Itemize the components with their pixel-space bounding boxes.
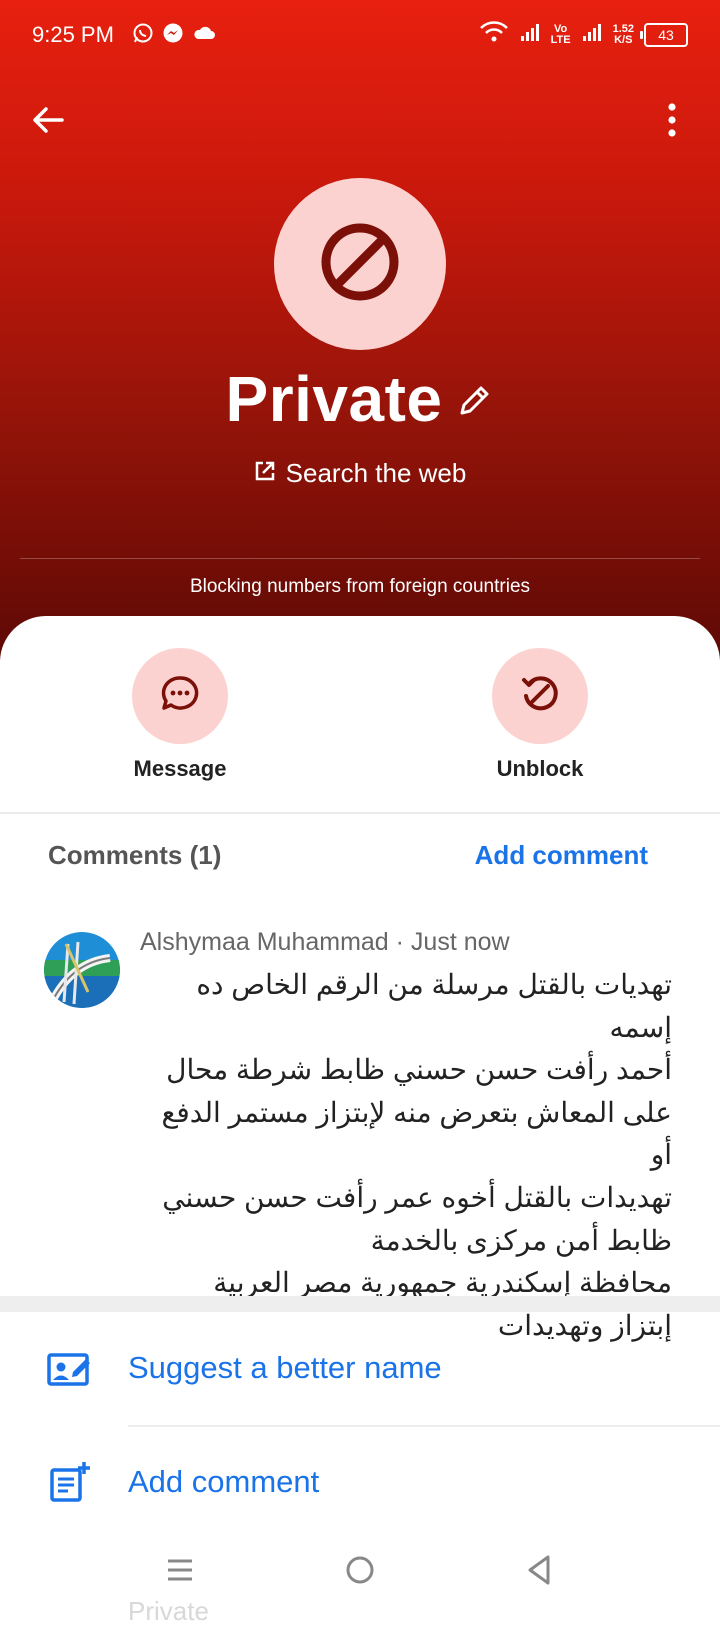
network-speed: 1.52 K/S [612,22,634,46]
messenger-icon [162,22,184,49]
section-gap [0,1296,720,1312]
signal-icon-2 [581,21,603,48]
wifi-icon [479,20,509,49]
header-divider [20,558,700,559]
battery-indicator: 43 [640,22,688,47]
comments-heading: Comments (1) [48,840,222,870]
add-comment-link[interactable]: Add comment [475,840,648,871]
add-comment-row[interactable]: Add comment [0,1432,720,1532]
suggest-name-row[interactable]: Suggest a better name [0,1318,720,1418]
add-comment-label: Add comment [128,1464,320,1499]
section-divider [0,812,720,814]
blocked-avatar [274,178,446,350]
system-nav-bar [0,1536,720,1612]
external-link-icon [254,458,276,489]
search-web-link[interactable]: Search the web [0,458,720,489]
suggest-name-icon [46,1346,94,1395]
suggest-name-label: Suggest a better name [128,1350,442,1385]
commenter-avatar[interactable] [44,932,120,1008]
cloud-icon [192,22,216,49]
block-reason: Blocking numbers from foreign countries [189,576,531,597]
unblock-button[interactable] [492,648,588,744]
contact-name: Private [225,363,443,435]
profile-header: 9:25 PM Vo LTE 1.52 K/S 43 Private Searc… [0,0,720,660]
search-web-label: Search the web [285,458,467,488]
message-dots-icon [158,672,202,721]
pencil-edit-icon[interactable] [454,381,494,426]
recents-menu-icon[interactable] [160,1550,200,1595]
volte-indicator: Vo LTE [550,22,571,46]
whatsapp-icon [132,22,154,49]
row-divider [128,1425,720,1427]
back-triangle-icon[interactable] [520,1550,560,1595]
more-options-icon[interactable] [656,100,688,140]
unblock-label: Unblock [496,756,584,781]
unblock-icon [518,672,562,721]
back-arrow-icon[interactable] [28,100,68,140]
status-time: 9:25 PM [32,22,114,47]
status-bar: 9:25 PM Vo LTE 1.52 K/S 43 [0,0,720,72]
message-button[interactable] [132,648,228,744]
add-note-icon [46,1460,94,1509]
signal-icon [519,21,541,48]
message-label: Message [133,756,227,781]
home-circle-icon[interactable] [340,1550,380,1595]
comment-author-meta: Alshymaa Muhammad · Just now [140,928,510,956]
unblock-action[interactable]: Unblock [440,648,640,782]
comment-text: تهديات بالقتل مرسلة من الرقم الخاص ده إس… [161,969,672,1341]
blocked-icon [319,221,401,308]
message-action[interactable]: Message [80,648,280,782]
